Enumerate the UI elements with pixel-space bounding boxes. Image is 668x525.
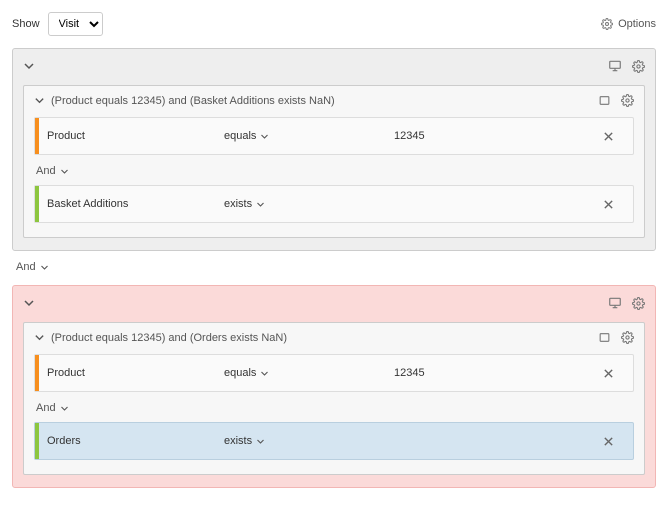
chevron-down-icon [60, 404, 69, 413]
rule-value: 12345 [394, 130, 603, 142]
rule-operator[interactable]: exists [224, 435, 394, 447]
gear-icon[interactable] [632, 60, 645, 73]
options-label: Options [618, 18, 656, 30]
remove-rule-button[interactable] [603, 131, 633, 142]
screen-icon[interactable] [608, 59, 622, 73]
chevron-down-icon [260, 369, 269, 378]
chevron-down-icon [260, 132, 269, 141]
rule-row[interactable]: Orders exists [34, 422, 634, 460]
remove-rule-button[interactable] [603, 368, 633, 379]
segment-subgroup: (Product equals 12345) and (Orders exist… [23, 322, 645, 475]
chevron-down-icon [256, 200, 265, 209]
gear-icon [601, 18, 613, 30]
segment-group-excluded: (Product equals 12345) and (Orders exist… [12, 285, 656, 488]
remove-rule-button[interactable] [603, 436, 633, 447]
chevron-down-icon [40, 263, 49, 272]
gear-icon[interactable] [632, 297, 645, 310]
subgroup-summary: (Product equals 12345) and (Basket Addit… [51, 95, 335, 107]
rule-row[interactable]: Product equals 12345 [34, 117, 634, 155]
chevron-down-icon [60, 167, 69, 176]
segment-group: (Product equals 12345) and (Basket Addit… [12, 48, 656, 251]
show-select[interactable]: Visit [48, 12, 103, 36]
collapse-toggle[interactable] [34, 332, 45, 343]
rule-dimension: Product [39, 367, 224, 379]
group-connector[interactable]: And [16, 261, 656, 273]
chevron-down-icon [256, 437, 265, 446]
collapse-toggle[interactable] [34, 95, 45, 106]
show-label: Show [12, 18, 40, 30]
rule-operator[interactable]: equals [224, 367, 394, 379]
subgroup-summary: (Product equals 12345) and (Orders exist… [51, 332, 287, 344]
rule-operator[interactable]: exists [224, 198, 394, 210]
rule-row[interactable]: Basket Additions exists [34, 185, 634, 223]
window-icon[interactable] [598, 331, 611, 344]
window-icon[interactable] [598, 94, 611, 107]
top-bar: Show Visit Options [12, 12, 656, 36]
rule-connector[interactable]: And [34, 396, 634, 422]
remove-rule-button[interactable] [603, 199, 633, 210]
segment-subgroup: (Product equals 12345) and (Basket Addit… [23, 85, 645, 238]
gear-icon[interactable] [621, 331, 634, 344]
rule-value: 12345 [394, 367, 603, 379]
screen-icon[interactable] [608, 296, 622, 310]
rule-row[interactable]: Product equals 12345 [34, 354, 634, 392]
rule-dimension: Product [39, 130, 224, 142]
collapse-toggle[interactable] [23, 297, 35, 309]
rule-dimension: Orders [39, 435, 224, 447]
options-button[interactable]: Options [601, 18, 656, 30]
rule-connector[interactable]: And [34, 159, 634, 185]
collapse-toggle[interactable] [23, 60, 35, 72]
gear-icon[interactable] [621, 94, 634, 107]
rule-dimension: Basket Additions [39, 198, 224, 210]
rule-operator[interactable]: equals [224, 130, 394, 142]
